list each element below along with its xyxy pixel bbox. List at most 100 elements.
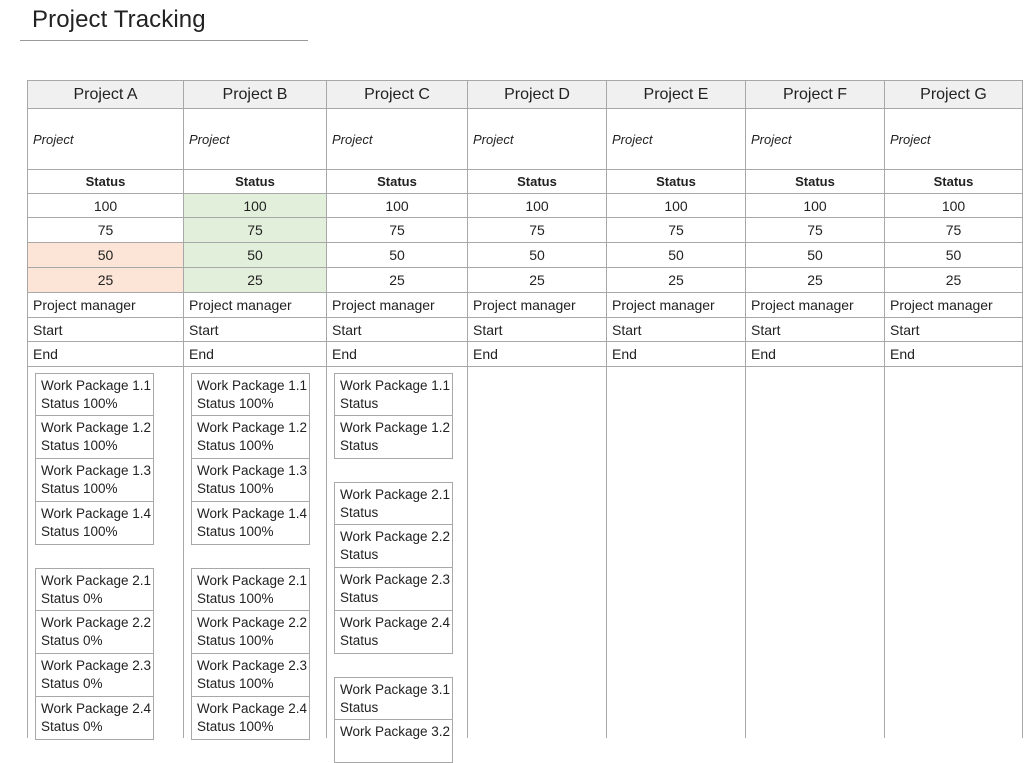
status-level-100[interactable]: 100 (184, 194, 326, 218)
status-level-50[interactable]: 50 (28, 243, 183, 268)
status-level-75[interactable]: 75 (327, 218, 467, 243)
work-package-card[interactable]: Work Package 1.2 Status 100% (191, 416, 310, 459)
work-package-card[interactable]: Work Package 1.3 Status 100% (35, 459, 154, 502)
status-label: Status (28, 170, 183, 194)
work-package-area: Work Package 1.1 Status 100% Work Package … (184, 367, 326, 740)
work-package-card[interactable]: Work Package 2.4 Status (334, 611, 453, 654)
status-label: Status (607, 170, 745, 194)
project-name-field[interactable]: Project (327, 109, 467, 170)
status-level-75[interactable]: 75 (885, 218, 1022, 243)
work-package-area (607, 367, 745, 738)
status-level-75[interactable]: 75 (746, 218, 884, 243)
work-package-status: Status 100% (197, 438, 274, 453)
status-level-75[interactable]: 75 (184, 218, 326, 243)
start-date-field[interactable]: Start (184, 318, 326, 342)
status-level-100[interactable]: 100 (28, 194, 183, 218)
project-manager-field[interactable]: Project manager (607, 293, 745, 318)
work-package-name: Work Package 3.1 (340, 682, 451, 697)
end-date-field[interactable]: End (468, 342, 606, 367)
work-package-card[interactable]: Work Package 2.2 Status 100% (191, 611, 310, 654)
work-package-name: Work Package 1.2 (340, 420, 451, 435)
status-level-100[interactable]: 100 (607, 194, 745, 218)
end-date-field[interactable]: End (885, 342, 1022, 367)
work-package-card[interactable]: Work Package 2.1 Status 0% (35, 568, 154, 611)
work-package-area (468, 367, 606, 738)
work-package-status: Status (340, 505, 379, 520)
status-level-25[interactable]: 25 (28, 268, 183, 293)
project-manager-field[interactable]: Project manager (746, 293, 884, 318)
status-level-50[interactable]: 50 (607, 243, 745, 268)
project-column: Project C Project Status 100 75 50 25 Project m… (326, 80, 467, 763)
work-package-status: Status 100% (41, 396, 118, 411)
status-level-25[interactable]: 25 (327, 268, 467, 293)
work-package-name: Work Package 2.2 (197, 615, 308, 630)
work-package-area: Work Package 1.1 Status 100% Work Package … (28, 367, 183, 740)
end-date-field[interactable]: End (607, 342, 745, 367)
status-level-25[interactable]: 25 (746, 268, 884, 293)
status-level-75[interactable]: 75 (28, 218, 183, 243)
work-package-card[interactable]: Work Package 1.2 Status (334, 416, 453, 459)
work-package-status: Status 0% (41, 591, 103, 606)
status-level-100[interactable]: 100 (468, 194, 606, 218)
status-level-25[interactable]: 25 (184, 268, 326, 293)
status-level-100[interactable]: 100 (885, 194, 1022, 218)
work-package-card[interactable]: Work Package 1.4 Status 100% (191, 502, 310, 545)
project-manager-field[interactable]: Project manager (885, 293, 1022, 318)
project-name-field[interactable]: Project (885, 109, 1022, 170)
end-date-field[interactable]: End (28, 342, 183, 367)
start-date-field[interactable]: Start (746, 318, 884, 342)
status-level-100[interactable]: 100 (327, 194, 467, 218)
status-level-25[interactable]: 25 (885, 268, 1022, 293)
work-package-card[interactable]: Work Package 2.2 Status (334, 525, 453, 568)
work-package-card[interactable]: Work Package 1.4 Status 100% (35, 502, 154, 545)
project-name-field[interactable]: Project (28, 109, 183, 170)
status-level-75[interactable]: 75 (607, 218, 745, 243)
work-package-card[interactable]: Work Package 3.2 (334, 720, 453, 763)
start-date-field[interactable]: Start (885, 318, 1022, 342)
work-package-card[interactable]: Work Package 1.2 Status 100% (35, 416, 154, 459)
start-date-field[interactable]: Start (468, 318, 606, 342)
project-manager-field[interactable]: Project manager (184, 293, 326, 318)
status-level-25[interactable]: 25 (607, 268, 745, 293)
work-package-card[interactable]: Work Package 2.3 Status 0% (35, 654, 154, 697)
start-date-field[interactable]: Start (607, 318, 745, 342)
work-package-name: Work Package 2.3 (340, 572, 451, 587)
work-package-card[interactable]: Work Package 1.1 Status 100% (191, 373, 310, 416)
work-package-card[interactable]: Work Package 2.2 Status 0% (35, 611, 154, 654)
work-package-name: Work Package 1.4 (41, 506, 152, 521)
work-package-card[interactable]: Work Package 1.1 Status (334, 373, 453, 416)
status-level-50[interactable]: 50 (468, 243, 606, 268)
work-package-card[interactable]: Work Package 2.1 Status 100% (191, 568, 310, 611)
status-level-75[interactable]: 75 (468, 218, 606, 243)
end-date-field[interactable]: End (746, 342, 884, 367)
status-level-50[interactable]: 50 (885, 243, 1022, 268)
end-date-field[interactable]: End (327, 342, 467, 367)
work-package-name: Work Package 1.1 (197, 378, 308, 393)
start-date-field[interactable]: Start (28, 318, 183, 342)
project-manager-field[interactable]: Project manager (327, 293, 467, 318)
work-package-card[interactable]: Work Package 1.3 Status 100% (191, 459, 310, 502)
work-package-area (746, 367, 884, 738)
start-date-field[interactable]: Start (327, 318, 467, 342)
status-label: Status (327, 170, 467, 194)
status-level-100[interactable]: 100 (746, 194, 884, 218)
work-package-card[interactable]: Work Package 2.3 Status (334, 568, 453, 611)
project-manager-field[interactable]: Project manager (468, 293, 606, 318)
project-name-field[interactable]: Project (184, 109, 326, 170)
end-date-field[interactable]: End (184, 342, 326, 367)
work-package-card[interactable]: Work Package 2.4 Status 100% (191, 697, 310, 740)
work-package-card[interactable]: Work Package 1.1 Status 100% (35, 373, 154, 416)
work-package-card[interactable]: Work Package 2.1 Status (334, 482, 453, 525)
project-name-field[interactable]: Project (468, 109, 606, 170)
status-level-25[interactable]: 25 (468, 268, 606, 293)
project-name-field[interactable]: Project (607, 109, 745, 170)
work-package-status: Status 100% (41, 524, 118, 539)
work-package-card[interactable]: Work Package 2.3 Status 100% (191, 654, 310, 697)
project-name-field[interactable]: Project (746, 109, 884, 170)
work-package-card[interactable]: Work Package 2.4 Status 0% (35, 697, 154, 740)
status-level-50[interactable]: 50 (327, 243, 467, 268)
status-level-50[interactable]: 50 (184, 243, 326, 268)
status-level-50[interactable]: 50 (746, 243, 884, 268)
project-manager-field[interactable]: Project manager (28, 293, 183, 318)
work-package-card[interactable]: Work Package 3.1 Status (334, 677, 453, 720)
